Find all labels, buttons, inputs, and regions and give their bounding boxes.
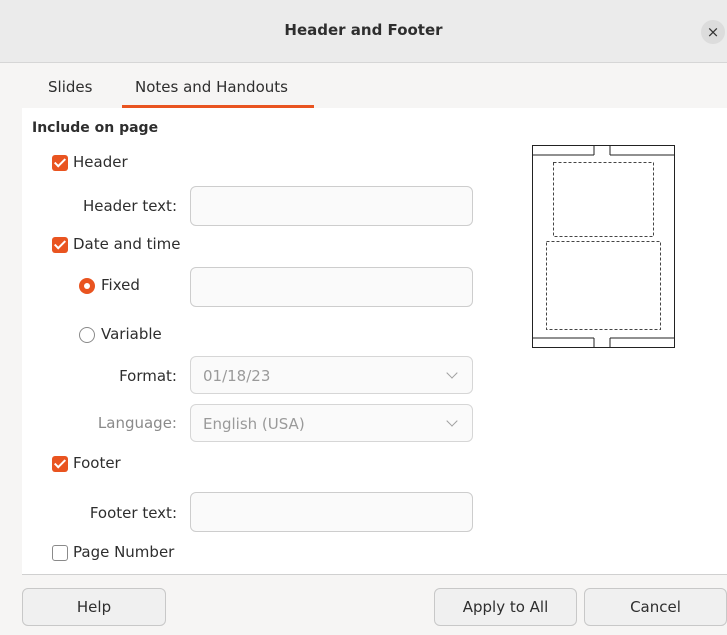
variable-radio[interactable] [79, 327, 95, 343]
header-checkbox[interactable] [52, 155, 68, 171]
title-bar: Header and Footer × [0, 0, 727, 63]
date-time-checkbox-label: Date and time [73, 235, 181, 253]
apply-to-all-button[interactable]: Apply to All [434, 588, 577, 626]
fixed-radio-label: Fixed [101, 276, 140, 294]
dialog-title: Header and Footer [284, 21, 443, 39]
settings-panel: Include on page Header Header text: Date… [22, 108, 727, 575]
language-label: Language: [97, 414, 177, 432]
format-label: Format: [119, 367, 177, 385]
footer-checkbox[interactable] [52, 456, 68, 472]
page-layout-preview [532, 145, 675, 348]
footer-text-input[interactable] [190, 492, 473, 532]
footer-checkbox-label: Footer [73, 454, 121, 472]
variable-radio-label: Variable [101, 325, 162, 343]
section-title: Include on page [32, 120, 159, 136]
language-dropdown[interactable]: English (USA) [190, 404, 473, 442]
footer-text-label: Footer text: [89, 504, 177, 522]
page-number-checkbox-label: Page Number [73, 543, 175, 561]
tab-notes-and-handouts[interactable]: Notes and Handouts [135, 78, 288, 96]
chevron-down-icon [446, 415, 458, 427]
header-checkbox-label: Header [73, 153, 128, 171]
date-time-checkbox[interactable] [52, 237, 68, 253]
help-button[interactable]: Help [22, 588, 166, 626]
chevron-down-icon [446, 367, 458, 379]
cancel-button[interactable]: Cancel [584, 588, 727, 626]
language-value: English (USA) [203, 415, 305, 433]
page-number-checkbox[interactable] [52, 545, 68, 561]
format-dropdown[interactable]: 01/18/23 [190, 356, 473, 394]
close-icon[interactable]: × [701, 20, 725, 44]
header-text-label: Header text: [82, 197, 177, 215]
tab-slides[interactable]: Slides [48, 78, 92, 96]
format-value: 01/18/23 [203, 367, 271, 385]
fixed-date-input[interactable] [190, 267, 473, 307]
header-text-input[interactable] [190, 186, 473, 226]
fixed-radio[interactable] [79, 278, 95, 294]
tab-bar: Slides Notes and Handouts [22, 62, 727, 109]
